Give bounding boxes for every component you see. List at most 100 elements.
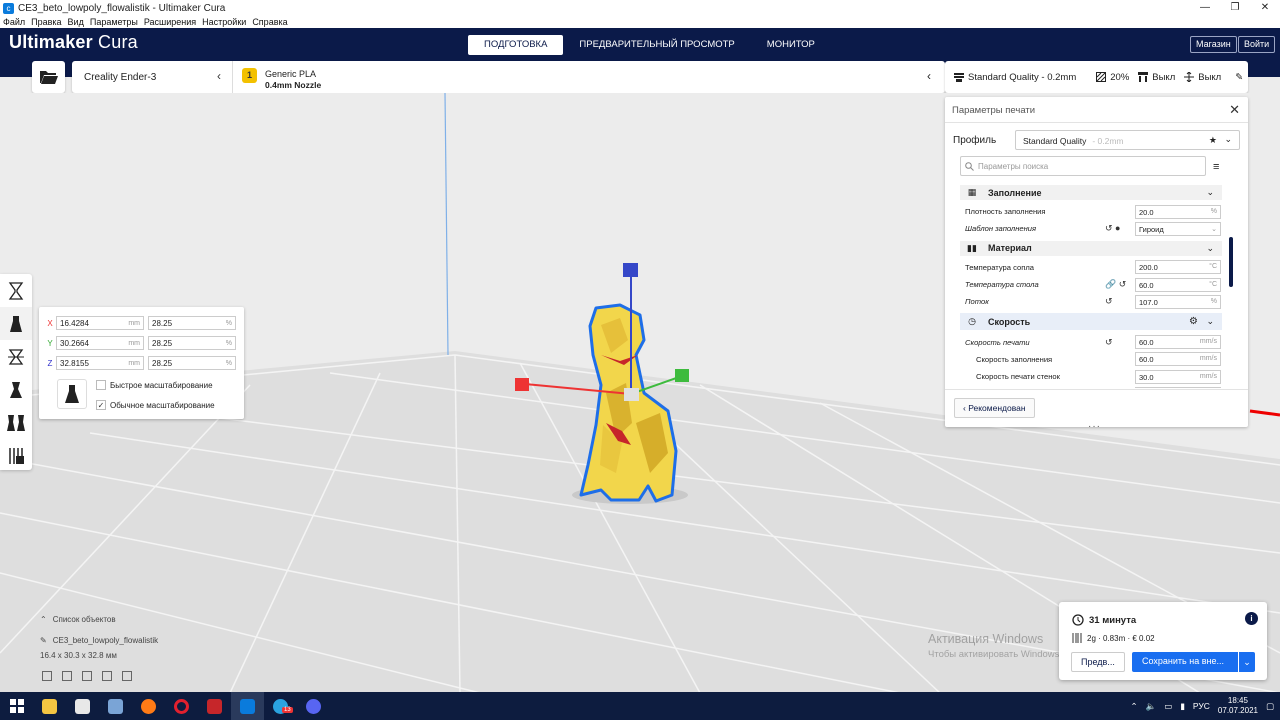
setting-value-input[interactable]: 200.0 °C — [1135, 260, 1221, 275]
preview-button[interactable]: Предв... — [1071, 652, 1125, 672]
chevron-down-icon[interactable]: ⌄ — [1206, 316, 1214, 327]
checkmark-icon[interactable]: ✓ — [96, 400, 106, 410]
tab-prepare[interactable]: ПОДГОТОВКА — [468, 35, 564, 55]
panel-resize-handle[interactable]: ··· — [1088, 421, 1101, 432]
support-blocker-button[interactable] — [0, 439, 32, 472]
material-name[interactable]: Generic PLA — [265, 69, 316, 79]
reset-scale-button[interactable] — [57, 379, 87, 409]
language-indicator[interactable]: РУС — [1193, 701, 1210, 711]
infill-summary[interactable]: 20% — [1096, 72, 1129, 83]
view-top-icon[interactable] — [82, 671, 92, 681]
scale-y-mm-input[interactable]: 30.2664 mm — [56, 336, 144, 350]
reset-setting-icon[interactable]: ↺ — [1105, 296, 1113, 307]
scale-z-mm-input[interactable]: 32.8155 mm — [56, 356, 144, 370]
adhesion-summary[interactable]: Выкл — [1184, 72, 1221, 83]
setting-value-input[interactable]: 60.0 °C — [1135, 277, 1221, 292]
settings-scrollbar[interactable] — [1229, 237, 1233, 287]
menu-settings[interactable]: Параметры — [90, 17, 138, 27]
scale-tool-button[interactable] — [0, 307, 32, 340]
snap-scaling-checkbox[interactable]: Быстрое масштабирование — [96, 380, 213, 390]
notifications-icon[interactable]: ▢ — [1266, 701, 1274, 712]
mirror-tool-button[interactable] — [0, 373, 32, 406]
chevron-left-icon[interactable]: ‹ — [217, 69, 221, 83]
setting-value-input[interactable]: 30.0mm/s — [1135, 387, 1221, 388]
open-file-button[interactable] — [32, 61, 65, 93]
tab-monitor[interactable]: МОНИТОР — [751, 35, 831, 55]
network-icon[interactable]: ▭ — [1164, 701, 1172, 712]
opera-icon[interactable] — [165, 692, 198, 720]
menu-extensions[interactable]: Расширения — [144, 17, 196, 27]
firefox-icon[interactable] — [132, 692, 165, 720]
cura-taskbar-icon[interactable] — [231, 692, 264, 720]
setting-value-input[interactable]: 60.0 mm/s — [1135, 335, 1221, 350]
reset-setting-icon[interactable]: 🔗 ↺ — [1105, 279, 1126, 290]
minimize-button[interactable]: — — [1190, 0, 1220, 16]
pdf-app-icon[interactable] — [198, 692, 231, 720]
move-tool-button[interactable] — [0, 274, 32, 307]
menu-preferences[interactable]: Настройки — [202, 17, 246, 27]
notepad-icon[interactable] — [99, 692, 132, 720]
volume-icon[interactable]: 🔈 — [1146, 701, 1157, 712]
support-summary[interactable]: Выкл — [1138, 72, 1175, 83]
clock[interactable]: 18:45 07.07.2021 — [1218, 696, 1258, 716]
scale-x-percent-input[interactable]: 28.25% — [148, 316, 236, 330]
recommended-mode-button[interactable]: ‹ Рекомендован — [954, 398, 1035, 418]
settings-search-input[interactable]: Параметры поиска — [960, 156, 1206, 176]
menu-edit[interactable]: Правка — [31, 17, 61, 27]
profile-dropdown[interactable]: Standard Quality - 0.2mm ★ ⌄ — [1015, 130, 1240, 150]
close-button[interactable]: ✕ — [1250, 0, 1280, 16]
maximize-button[interactable]: ❐ — [1220, 0, 1250, 16]
settings-category[interactable]: ▮▮ Материал ⌄ — [960, 240, 1222, 256]
star-icon[interactable]: ★ — [1209, 135, 1217, 146]
view-left-icon[interactable] — [102, 671, 112, 681]
view-right-icon[interactable] — [122, 671, 132, 681]
marketplace-button[interactable]: Магазин — [1190, 36, 1237, 53]
email-app-icon[interactable] — [66, 692, 99, 720]
rotate-tool-button[interactable] — [0, 340, 32, 373]
scale-z-percent-input[interactable]: 28.25% — [148, 356, 236, 370]
start-button[interactable] — [0, 692, 33, 720]
object-list-toggle[interactable]: ⌃ Список объектов — [40, 615, 158, 624]
gear-icon[interactable]: ⚙ — [1189, 316, 1198, 327]
settings-menu-icon[interactable]: ≡ — [1213, 161, 1219, 173]
nozzle-name[interactable]: 0.4mm Nozzle — [265, 80, 321, 90]
uniform-scaling-checkbox[interactable]: ✓ Обычное масштабирование — [96, 400, 215, 410]
menu-file[interactable]: Файл — [3, 17, 25, 27]
chevron-down-icon[interactable]: ⌄ — [1239, 652, 1255, 672]
discord-icon[interactable] — [297, 692, 330, 720]
setting-value-input[interactable]: Гироид ⌄ — [1135, 221, 1221, 236]
login-button[interactable]: Войти — [1238, 36, 1276, 53]
checkbox-empty[interactable] — [96, 380, 106, 390]
quality-summary[interactable]: Standard Quality - 0.2mm — [954, 72, 1076, 83]
chevron-down-icon[interactable]: ⌄ — [1206, 243, 1214, 254]
setting-value-input[interactable]: 107.0% — [1135, 294, 1221, 309]
settings-category[interactable]: ▦ Заполнение ⌄ — [960, 185, 1222, 200]
tab-preview[interactable]: ПРЕДВАРИТЕЛЬНЫЙ ПРОСМОТР — [563, 35, 750, 55]
telegram-icon[interactable]: 13 — [264, 692, 297, 720]
reset-setting-icon[interactable]: ↺ ● — [1105, 223, 1120, 234]
edit-icon[interactable]: ✎ — [1235, 72, 1243, 83]
scale-y-percent-input[interactable]: 28.25% — [148, 336, 236, 350]
reset-setting-icon[interactable]: ↺ — [1105, 337, 1113, 348]
chevron-down-icon[interactable]: ⌄ — [1206, 187, 1214, 198]
close-icon[interactable]: ✕ — [1229, 102, 1240, 118]
battery-icon[interactable]: ▮ — [1180, 701, 1185, 712]
setting-value-input[interactable]: 60.0 mm/s — [1135, 352, 1221, 367]
menu-view[interactable]: Вид — [68, 17, 84, 27]
explorer-icon[interactable] — [33, 692, 66, 720]
per-model-settings-button[interactable] — [0, 406, 32, 439]
chevron-up-icon[interactable]: ⌃ — [1130, 701, 1137, 712]
view-3d-icon[interactable] — [42, 671, 52, 681]
object-name-row[interactable]: ✎ CE3_beto_lowpoly_flowalistik — [40, 636, 158, 645]
setting-value-input[interactable]: 20.0% — [1135, 204, 1221, 219]
save-to-disk-button[interactable]: Сохранить на вне... — [1132, 652, 1238, 672]
info-icon[interactable]: i — [1245, 612, 1258, 625]
settings-category[interactable]: ◷ Скорость ⌄ ⚙ — [960, 313, 1222, 331]
print-setup-bar[interactable]: Standard Quality - 0.2mm 20% Выкл Выкл ✎ — [945, 61, 1248, 93]
setting-value-input[interactable]: 30.0mm/s — [1135, 369, 1221, 384]
chevron-left-icon[interactable]: ‹ — [927, 69, 931, 83]
scale-x-mm-input[interactable]: 16.4284 mm — [56, 316, 144, 330]
menu-help[interactable]: Справка — [252, 17, 287, 27]
printer-name[interactable]: Creality Ender-3 — [84, 72, 156, 83]
view-front-icon[interactable] — [62, 671, 72, 681]
